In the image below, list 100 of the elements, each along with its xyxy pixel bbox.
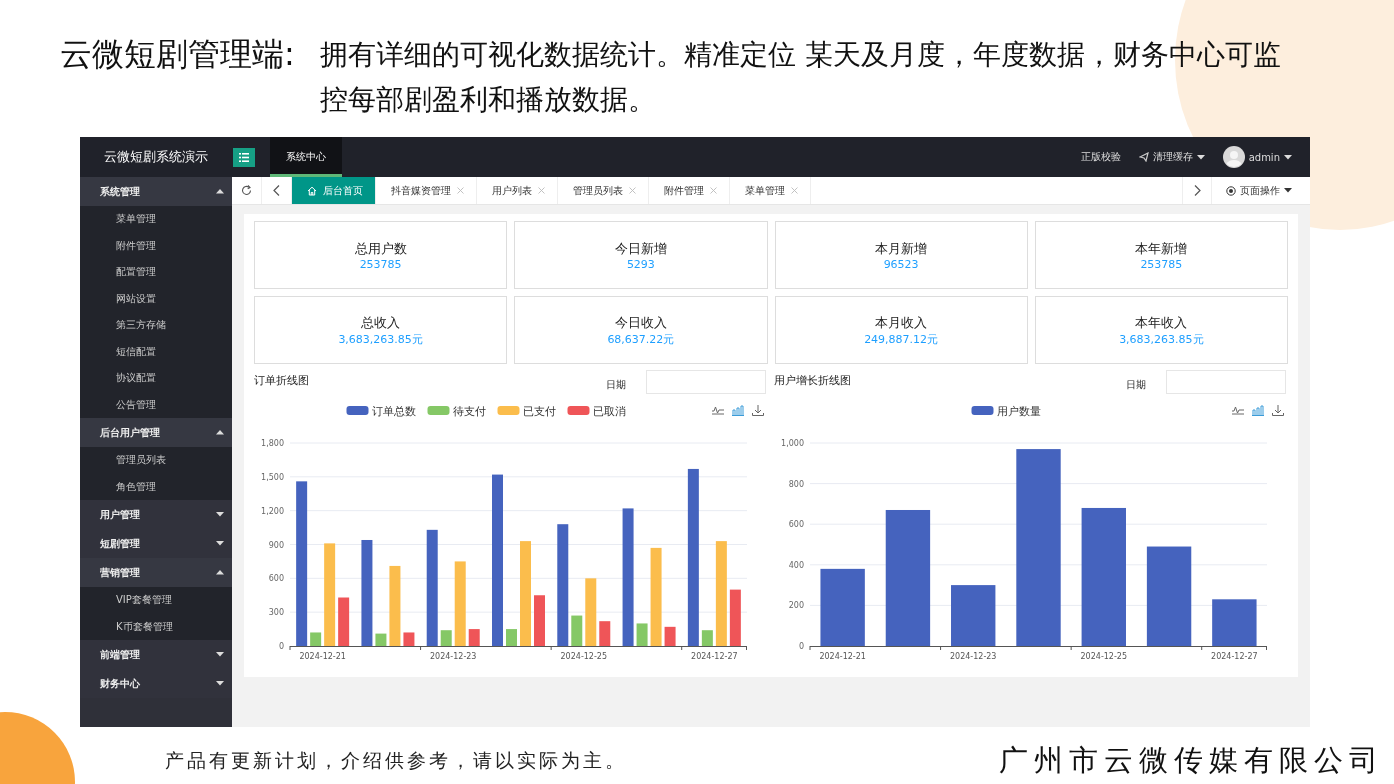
close-icon[interactable] (710, 187, 717, 194)
bar (375, 633, 387, 646)
sidebar-item[interactable]: K币套餐管理 (80, 613, 232, 640)
stat-value: 68,637.22元 (607, 331, 675, 347)
sidebar-item[interactable]: 配置管理 (80, 259, 232, 286)
sidebar-item[interactable]: 网站设置 (80, 285, 232, 312)
axis-tick-label: 2024-12-21 (819, 652, 866, 661)
page-tab[interactable]: 菜单管理 (730, 177, 811, 204)
target-icon (1226, 185, 1236, 196)
stat-label: 本年新增 (1135, 239, 1188, 258)
bar (468, 629, 480, 646)
sidebar-group[interactable]: 系统管理 (80, 177, 232, 206)
bar (403, 632, 415, 646)
disclaimer-text: 产品有更新计划，介绍供参考，请以实际为主。 (165, 748, 627, 773)
bar (599, 621, 611, 646)
axis-tick-label: 2024-12-25 (560, 652, 608, 661)
company-name: 广州市云微传媒有限公司 (999, 742, 1384, 779)
bar (310, 632, 322, 646)
date-field[interactable] (646, 370, 766, 394)
legend-label: 已支付 (522, 405, 556, 418)
date-label: 日期 (606, 378, 626, 392)
slide-description: 拥有详细的可视化数据统计。精准定位 某天及月度，年度数据，财务中心可监控每部剧盈利和播放数据。 (320, 37, 1282, 118)
page-tab[interactable]: 附件管理 (649, 177, 730, 204)
bar (1212, 599, 1257, 646)
axis-tick-label: 2024-12-27 (691, 652, 738, 661)
sidebar-item[interactable]: 协议配置 (80, 365, 232, 392)
sidebar-item[interactable]: 第三方存储 (80, 312, 232, 339)
next-button[interactable] (1182, 177, 1212, 204)
axis-tick-label: 1,000 (781, 439, 804, 448)
bar (636, 623, 648, 646)
sidebar-item[interactable]: 公告管理 (80, 391, 232, 418)
axis-tick-label: 2024-12-27 (1211, 652, 1258, 661)
sidebar-item[interactable]: VIP套餐管理 (80, 587, 232, 614)
bar (338, 597, 350, 646)
caret-icon (216, 541, 224, 546)
page-tab[interactable]: 抖音媒资管理 (376, 177, 477, 204)
chevron-right-icon (1193, 185, 1201, 196)
date-field[interactable] (1166, 370, 1286, 394)
bar (585, 578, 597, 646)
close-icon[interactable] (791, 187, 798, 194)
line-chart-icon[interactable] (711, 406, 725, 415)
download-icon[interactable] (752, 404, 764, 416)
slide-heading: 云微短剧管理端: (60, 34, 296, 75)
close-icon[interactable] (538, 187, 545, 194)
sidebar-item[interactable]: 管理员列表 (80, 447, 232, 474)
axis-tick-label: 400 (788, 560, 804, 570)
axis-tick-label: 2024-12-23 (949, 652, 997, 661)
page-tab[interactable]: 后台首页 (292, 177, 376, 204)
axis-tick-label: 1,800 (261, 439, 284, 448)
refresh-icon (241, 185, 252, 196)
close-icon[interactable] (629, 187, 636, 194)
bar (506, 629, 517, 646)
bar (571, 615, 583, 646)
caret-icon (216, 570, 224, 575)
header-link[interactable]: 正版校验 (1080, 150, 1121, 164)
bar-chart-icon[interactable] (1251, 405, 1265, 416)
stat-value: 253785 (1140, 257, 1183, 271)
axis-tick-label: 1,200 (261, 506, 284, 516)
caret-icon (1284, 188, 1292, 193)
header-menu[interactable]: 清理缓存 (1152, 150, 1193, 164)
nav-tab[interactable]: 系统中心 (270, 137, 342, 177)
axis-tick-label: 0 (278, 642, 284, 651)
chevron-left-icon (273, 185, 280, 196)
caret-icon (216, 652, 224, 657)
avatar-icon (1222, 146, 1245, 168)
close-icon[interactable] (457, 187, 464, 194)
axis-tick-label: 1,500 (261, 472, 284, 482)
legend-label: 订单总数 (371, 405, 416, 418)
menu-button[interactable] (233, 147, 255, 167)
axis-tick-label: 2024-12-25 (1080, 652, 1128, 661)
bar (440, 630, 452, 646)
stat-value: 253785 (359, 257, 402, 271)
bar-chart-icon[interactable] (731, 405, 745, 416)
axis-tick-label: 0 (798, 642, 804, 651)
download-icon[interactable] (1272, 404, 1284, 416)
axis-tick-label: 2024-12-23 (429, 652, 477, 661)
bar (664, 626, 676, 646)
bar (729, 589, 741, 646)
legend-label: 已取消 (592, 405, 626, 418)
caret-icon (216, 681, 224, 686)
legend-label: 用户数量 (996, 405, 1041, 418)
page-tab[interactable]: 管理员列表 (558, 177, 649, 204)
sidebar-group[interactable]: 后台用户管理 (80, 418, 232, 447)
sidebar-group[interactable]: 营销管理 (80, 558, 232, 587)
stat-label: 今日收入 (614, 313, 667, 332)
bar (951, 585, 996, 646)
caret-icon (216, 189, 224, 194)
stat-value: 3,683,263.85元 (1119, 331, 1204, 347)
chart-title: 用户增长折线图 (774, 373, 851, 388)
page-tab[interactable]: 用户列表 (477, 177, 558, 204)
sidebar-item[interactable]: 短信配置 (80, 338, 232, 365)
user-menu[interactable]: admin (1248, 151, 1280, 163)
legend-label: 待支付 (452, 405, 486, 418)
sidebar-item[interactable]: 附件管理 (80, 232, 232, 259)
sidebar-item[interactable]: 角色管理 (80, 473, 232, 500)
date-label: 日期 (1126, 378, 1146, 392)
line-chart-icon[interactable] (1231, 406, 1245, 415)
caret-icon (216, 512, 224, 517)
axis-tick-label: 300 (268, 608, 284, 618)
sidebar-item[interactable]: 菜单管理 (80, 206, 232, 233)
